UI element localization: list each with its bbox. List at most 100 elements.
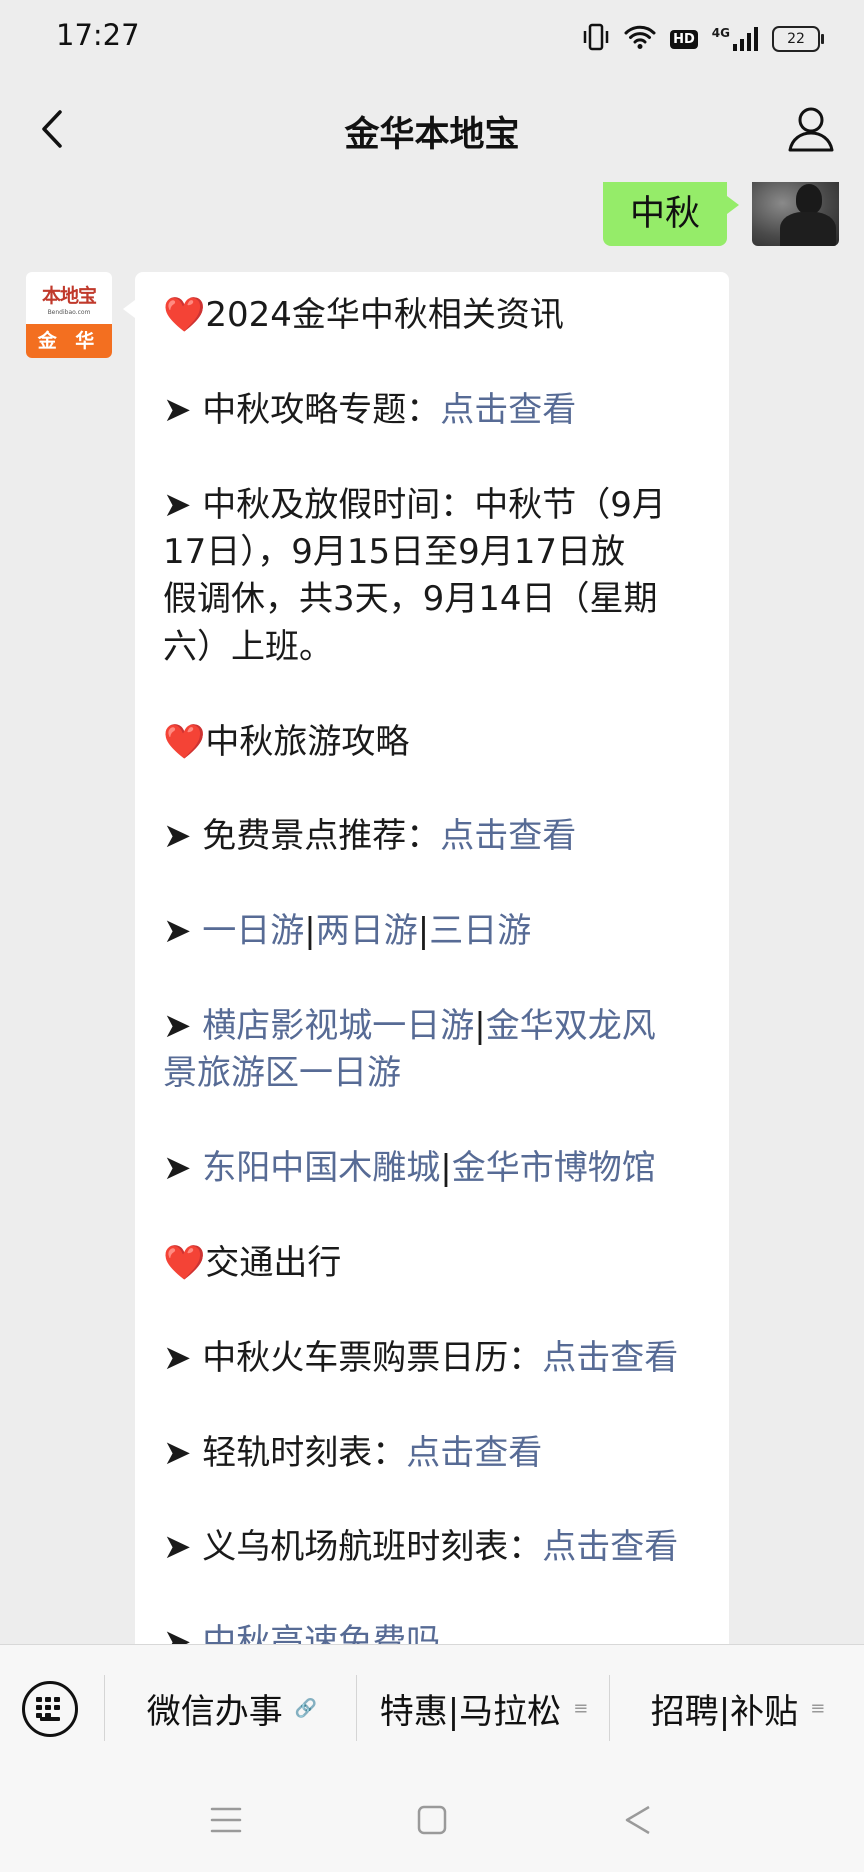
menu-item-discount-marathon[interactable]: 特惠|马拉松 ≡ <box>360 1673 608 1743</box>
message-text: ➤ <box>163 1622 203 1644</box>
message-line: ➤ 中秋及放假时间：中秋节（9月 <box>163 482 703 529</box>
triangle-back-icon <box>625 1805 650 1835</box>
menu-item-label: 特惠|马拉松 <box>379 1691 562 1732</box>
message-line: ❤️中秋旅游攻略 <box>163 719 703 766</box>
message-text: | <box>417 911 430 952</box>
menu-divider <box>356 1675 357 1741</box>
wifi-icon <box>624 24 656 54</box>
logo-text: 本地宝 <box>41 284 97 307</box>
message-link[interactable]: 东阳中国木雕城 <box>202 1148 440 1188</box>
message-line: 六）上班。 <box>163 624 703 671</box>
message-link[interactable]: 点击查看 <box>542 1338 678 1378</box>
network-label: 4G <box>711 26 730 40</box>
message-line: ➤ 义乌机场航班时刻表：点击查看 <box>163 1524 703 1571</box>
menu-item-jobs-subsidy[interactable]: 招聘|补贴 ≡ <box>612 1673 864 1743</box>
page-title: 金华本地宝 <box>344 115 520 155</box>
message-line: ➤ 横店影视城一日游|金华双龙风 <box>163 1003 703 1050</box>
message-text: ➤ 中秋及放假时间：中秋节（9月 <box>163 484 666 525</box>
message-line: ➤ 一日游|两日游|三日游 <box>163 908 703 955</box>
bendibao-logo: 本地宝 Bendibao.com <box>26 272 112 324</box>
system-back-button[interactable] <box>618 1800 658 1840</box>
message-link[interactable]: 景旅游区一日游 <box>163 1053 401 1093</box>
vibrate-icon <box>582 22 610 56</box>
chat-area[interactable]: 中秋 本地宝 Bendibao.com 金 华 ❤️2024金华中秋相关资讯 ➤ … <box>0 182 864 1644</box>
message-line: 景旅游区一日游 <box>163 1050 703 1097</box>
message-line: ➤ 轻轨时刻表：点击查看 <box>163 1430 703 1477</box>
keyboard-toggle-button[interactable] <box>22 1681 78 1737</box>
message-text: 中秋旅游攻略 <box>205 721 410 762</box>
message-link[interactable]: 中秋高速免费吗 <box>202 1622 440 1644</box>
recent-apps-button[interactable] <box>206 1800 246 1840</box>
avatar-figure <box>796 184 822 214</box>
message-link[interactable]: 点击查看 <box>406 1433 542 1473</box>
message-line: 17日），9月15日至9月17日放 <box>163 529 703 576</box>
message-link[interactable]: 两日游 <box>316 911 418 951</box>
message-text: 交通出行 <box>205 1243 342 1283</box>
message-link[interactable]: 金华市博物馆 <box>452 1148 656 1188</box>
signal-icon: 4G <box>712 26 758 52</box>
message-line: ➤ 东阳中国木雕城|金华市博物馆 <box>163 1145 703 1192</box>
message-line: ❤️交通出行 <box>163 1240 703 1287</box>
heart-emoji: ❤️ <box>163 1243 206 1283</box>
message-link[interactable]: 点击查看 <box>440 390 576 430</box>
message-text: ➤ 免费景点推荐： <box>163 816 441 857</box>
logo-url-text: Bendibao.com <box>47 308 91 316</box>
keyboard-spacebar <box>40 1717 60 1721</box>
profile-button[interactable] <box>784 102 838 156</box>
message-link[interactable]: 金华双龙风 <box>486 1006 656 1046</box>
message-link[interactable]: 一日游 <box>202 911 304 951</box>
message-text: 六）上班。 <box>163 626 333 667</box>
message-text: 2024金华中秋相关资讯 <box>205 295 564 335</box>
message-line: ➤ 中秋高速免费吗 <box>163 1619 703 1644</box>
message-text: ➤ 中秋攻略专题： <box>163 389 441 430</box>
status-time: 17:27 <box>56 18 140 52</box>
message-text: ➤ <box>163 1006 203 1046</box>
menu-item-label: 招聘|补贴 <box>650 1691 799 1732</box>
official-account-menu: 微信办事 🔗 特惠|马拉松 ≡ 招聘|补贴 ≡ <box>0 1644 864 1769</box>
message-link[interactable]: 三日游 <box>429 911 531 951</box>
menu-lines-icon <box>210 1807 242 1833</box>
sent-message-bubble[interactable]: 中秋 <box>603 182 739 246</box>
keyboard-icon <box>36 1697 66 1718</box>
link-icon: 🔗 <box>294 1697 318 1719</box>
message-link[interactable]: 点击查看 <box>440 816 576 856</box>
message-link[interactable]: 点击查看 <box>542 1527 678 1567</box>
bot-avatar[interactable]: 本地宝 Bendibao.com 金 华 <box>26 272 112 358</box>
heart-emoji: ❤️ <box>163 721 206 762</box>
system-navigation-bar <box>0 1768 864 1872</box>
received-message-bubble[interactable]: ❤️2024金华中秋相关资讯 ➤ 中秋攻略专题：点击查看 ➤ 中秋及放假时间：中秋节… <box>123 272 729 1644</box>
menu-divider <box>609 1675 610 1741</box>
user-avatar[interactable] <box>752 182 839 246</box>
menu-divider <box>104 1675 105 1741</box>
message-line: ❤️2024金华中秋相关资讯 <box>163 292 703 339</box>
message-text: ➤ 义乌机场航班时刻表： <box>163 1527 543 1568</box>
message-line: ➤ 免费景点推荐：点击查看 <box>163 813 703 860</box>
avatar-shoulders <box>780 212 836 246</box>
message-text: ➤ <box>163 911 203 952</box>
person-icon <box>788 107 834 152</box>
home-button[interactable] <box>412 1800 452 1840</box>
message-text: 假调休，共3天，9月14日（星期 <box>163 579 658 620</box>
menu-item-wechat-affairs[interactable]: 微信办事 🔗 <box>108 1673 356 1743</box>
message-text: ➤ <box>163 1148 203 1189</box>
submenu-icon: ≡ <box>810 1697 826 1719</box>
message-line: ➤ 中秋火车票购票日历：点击查看 <box>163 1335 703 1382</box>
menu-item-label: 微信办事 <box>146 1691 283 1732</box>
hd-badge: HD <box>670 29 698 49</box>
message-text: ➤ 轻轨时刻表： <box>163 1432 407 1473</box>
message-text: 17日），9月15日至9月17日放 <box>163 532 626 572</box>
battery-icon: 22 <box>772 26 824 52</box>
message-line: ➤ 中秋攻略专题：点击查看 <box>163 387 703 434</box>
message-link[interactable]: 横店影视城一日游 <box>202 1006 474 1046</box>
